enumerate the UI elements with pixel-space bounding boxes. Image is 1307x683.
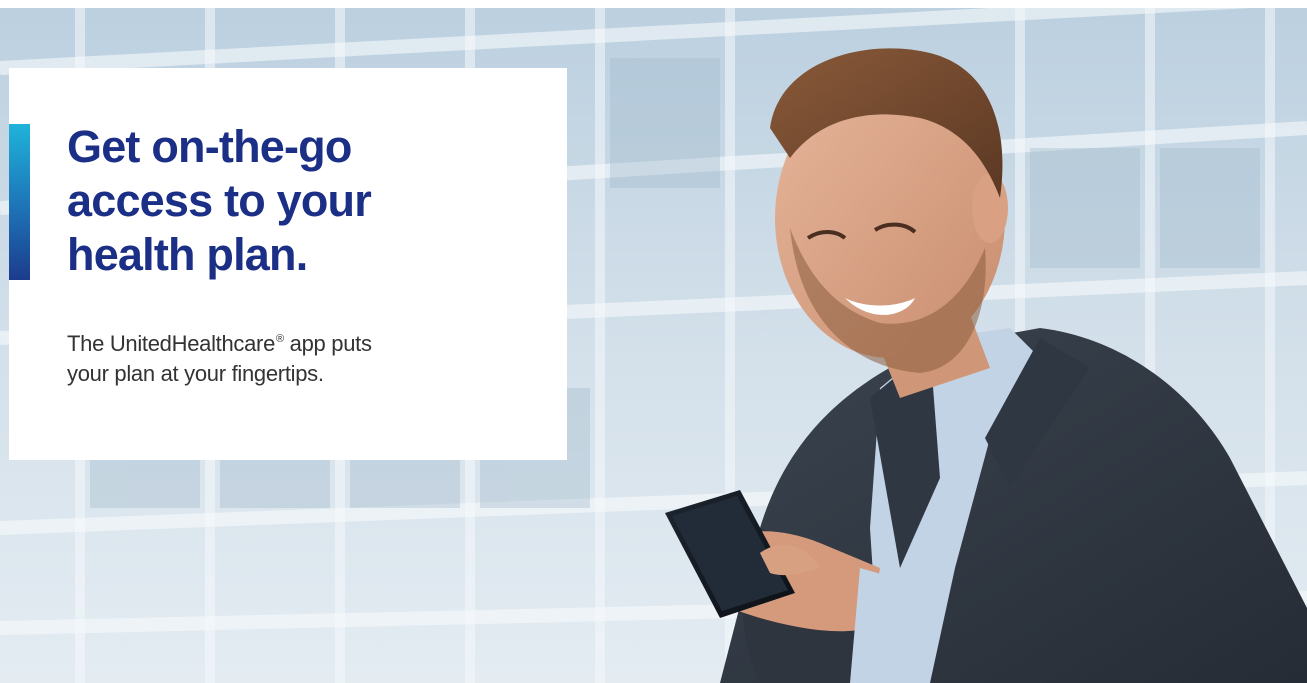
hero-subtext: The UnitedHealthcare® app puts your plan… (67, 324, 527, 389)
hero-text-card: Get on-the-go access to your health plan… (9, 68, 567, 460)
headline-line-2: access to your (67, 175, 372, 226)
subtext-line-2: your plan at your fingertips. (67, 361, 324, 386)
hero-headline: Get on-the-go access to your health plan… (67, 120, 537, 282)
subtext-brand: The UnitedHealthcare (67, 331, 276, 356)
accent-bar (9, 124, 30, 280)
subtext-line-1: The UnitedHealthcare® app puts (67, 324, 527, 359)
headline-line-1: Get on-the-go (67, 121, 352, 172)
hero-banner: Get on-the-go access to your health plan… (0, 0, 1307, 683)
registered-mark: ® (276, 333, 284, 345)
subtext-line-1-end: app puts (283, 331, 372, 356)
headline-line-3: health plan. (67, 229, 308, 280)
